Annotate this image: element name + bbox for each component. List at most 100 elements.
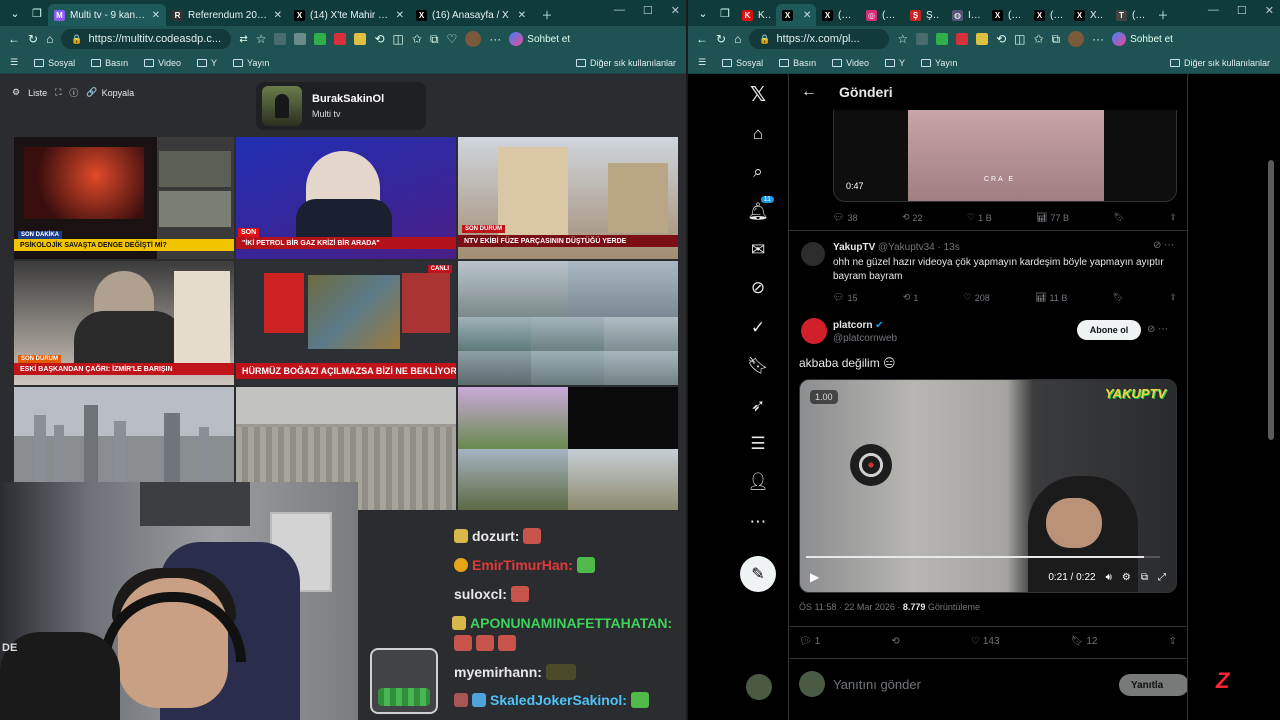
tv-cell[interactable]: NTV EKİBİ FÜZE PARÇASININ DÜŞTÜĞÜ YERDE … (458, 137, 678, 259)
tab-x-post[interactable]: X (14) X'te Mahir KILIÇ: " ✕ (288, 4, 410, 26)
bookmark-folder[interactable]: Yayın (232, 58, 269, 68)
bookmark-folder[interactable]: Y (884, 58, 905, 68)
close-tab-icon[interactable]: ✕ (396, 10, 404, 21)
reply-action[interactable]: 💬︎ 15 (833, 292, 857, 303)
collections-icon[interactable]: ⧉ (1052, 32, 1061, 47)
extension-icon[interactable] (294, 33, 307, 45)
sidebar-toggle-icon[interactable]: ☰ (10, 57, 18, 68)
like-action[interactable]: ♡ 143 (971, 636, 1000, 647)
home-icon[interactable]: ⌂ (734, 32, 741, 46)
close-window-icon[interactable]: ✕ (671, 4, 680, 17)
bookmark-folder[interactable]: Basın (91, 58, 128, 68)
bookmark-folder[interactable]: Sosyal (34, 58, 75, 68)
more-icon[interactable]: ··· (489, 32, 501, 46)
page-scrollbar[interactable] (1268, 160, 1274, 440)
list-button[interactable]: Liste (28, 88, 47, 98)
chat-button[interactable]: Sohbet et (1130, 34, 1173, 45)
extension-icon[interactable] (956, 33, 969, 45)
tab-x-home[interactable]: X (16) Anasayfa / X ✕ (410, 4, 532, 26)
tv-cell[interactable]: PSİKOLOJİK SAVAŞTA DENGE DEĞİŞTİ Mİ? SON… (14, 137, 234, 259)
tab-x[interactable]: X(9) B (1028, 4, 1068, 26)
extension-icon[interactable] (976, 33, 989, 45)
messages-icon[interactable]: ✉ (746, 238, 770, 262)
new-tab-icon[interactable]: ＋ (1152, 4, 1174, 26)
follow-button[interactable]: Abone ol (1077, 320, 1141, 340)
extension-icon[interactable] (274, 33, 287, 45)
more-icon[interactable]: ··· (1092, 32, 1104, 46)
bookmark-icon[interactable]: 🔖︎ (1113, 292, 1124, 303)
reply-author[interactable]: YakupTV @Yakuptv34 · 13s (833, 242, 960, 253)
favorites-icon[interactable]: ✩ (1033, 32, 1043, 46)
copilot-icon[interactable] (1112, 32, 1127, 46)
tab-iran[interactable]: ◍İran (946, 4, 986, 26)
url-field[interactable]: 🔒 https://multitv.codeasdp.c... (61, 29, 232, 49)
back-icon[interactable]: ← (8, 32, 20, 46)
star-icon[interactable]: ☆ (897, 32, 908, 46)
rocket-icon[interactable]: ➶ (746, 394, 770, 418)
views-action[interactable]: 📊︎ 77 B (1036, 212, 1069, 223)
favorites-icon[interactable]: ✩ (412, 32, 422, 46)
tab-x[interactable]: XX'te (1068, 4, 1110, 26)
quoted-video[interactable]: CRA E 0:47 (833, 110, 1177, 202)
platcorn-avatar[interactable] (801, 318, 827, 344)
translate-icon[interactable]: ⇄ (239, 34, 247, 45)
close-tab-icon[interactable]: ✕ (803, 10, 811, 21)
tab-sanli[interactable]: ŞŞanl (904, 4, 946, 26)
tab-x[interactable]: X(7) X (986, 4, 1028, 26)
share-icon[interactable]: ⇪ (1169, 292, 1177, 303)
extension-icon[interactable] (916, 33, 929, 45)
refresh-extension-icon[interactable]: ⟲ (996, 32, 1006, 46)
more-icon[interactable]: ⋯ (746, 510, 770, 534)
tab-actions-icon[interactable]: ⌄ (4, 2, 26, 24)
maximize-icon[interactable]: ☐ (1237, 4, 1247, 17)
reply-action[interactable]: 💬︎ 1 (799, 636, 820, 647)
video-progress-bar[interactable] (806, 556, 1160, 558)
url-field[interactable]: 🔒 https://x.com/pl... (749, 29, 890, 49)
heart-icon[interactable]: ♡ (447, 32, 458, 46)
bookmark-action[interactable]: 🔖︎ 12 (1071, 636, 1098, 647)
workspaces-icon[interactable]: ❐ (714, 2, 736, 24)
tv-cell[interactable] (458, 387, 678, 510)
play-icon[interactable]: ▶ (810, 570, 819, 584)
views-action[interactable]: 📊︎ 11 B (1035, 292, 1067, 303)
tab-x[interactable]: X (11) (816, 4, 860, 26)
minimize-icon[interactable]: — (1208, 4, 1219, 17)
split-screen-icon[interactable]: ◫ (393, 32, 404, 46)
post-author[interactable]: platcorn ✔ (833, 320, 884, 331)
settings-icon[interactable]: ⚙ (12, 87, 20, 98)
tab-kick[interactable]: KKick (736, 4, 776, 26)
like-action[interactable]: ♡ 1 B (967, 212, 992, 223)
repost-action[interactable]: ⟲ 1 (903, 292, 919, 303)
tab-x-active[interactable]: X(✕ (776, 4, 816, 26)
bookmark-folder[interactable]: Yayın (920, 58, 957, 68)
reply-input[interactable]: Yanıtını gönder (833, 677, 921, 692)
sidebar-toggle-icon[interactable]: ☰ (698, 57, 706, 68)
home-icon[interactable]: ⌂ (46, 32, 53, 46)
share-icon[interactable]: ⇪ (1169, 636, 1177, 647)
extension-icon[interactable] (354, 33, 367, 45)
back-icon[interactable]: ← (696, 32, 708, 46)
collections-icon[interactable]: ⧉ (430, 32, 439, 47)
bookmark-icon[interactable]: 🔖︎ (1114, 212, 1125, 223)
account-avatar[interactable] (746, 674, 772, 700)
reload-icon[interactable]: ↻ (28, 32, 38, 46)
refresh-extension-icon[interactable]: ⟲ (374, 32, 384, 46)
yakuptv-avatar[interactable] (801, 242, 825, 266)
maximize-icon[interactable]: ☐ (643, 4, 653, 17)
pip-icon[interactable]: ⧉ (1141, 572, 1148, 583)
reply-button[interactable]: Yanıtla (1119, 674, 1187, 696)
reply-menu[interactable]: ⊘ ⋯ (1153, 240, 1174, 251)
minimize-icon[interactable]: — (614, 4, 625, 17)
back-arrow-icon[interactable]: ← (801, 83, 817, 101)
like-action[interactable]: ♡ 208 (964, 292, 990, 303)
repost-icon[interactable]: ⟲ (891, 636, 899, 647)
bookmark-folder[interactable]: Video (832, 58, 869, 68)
reply-action[interactable]: 💬︎ 38 (833, 212, 857, 223)
post-menu[interactable]: ⊘ ⋯ (1147, 324, 1168, 335)
settings-icon[interactable]: ⚙ (1122, 572, 1131, 583)
info-icon[interactable]: ⓘ (69, 86, 78, 99)
profile-icon[interactable]: 👤︎ (746, 470, 770, 494)
fullscreen-icon[interactable]: ⤢ (1158, 572, 1166, 583)
copy-button[interactable]: 🔗 Kopyala (86, 87, 134, 98)
star-icon[interactable]: ☆ (256, 32, 267, 46)
